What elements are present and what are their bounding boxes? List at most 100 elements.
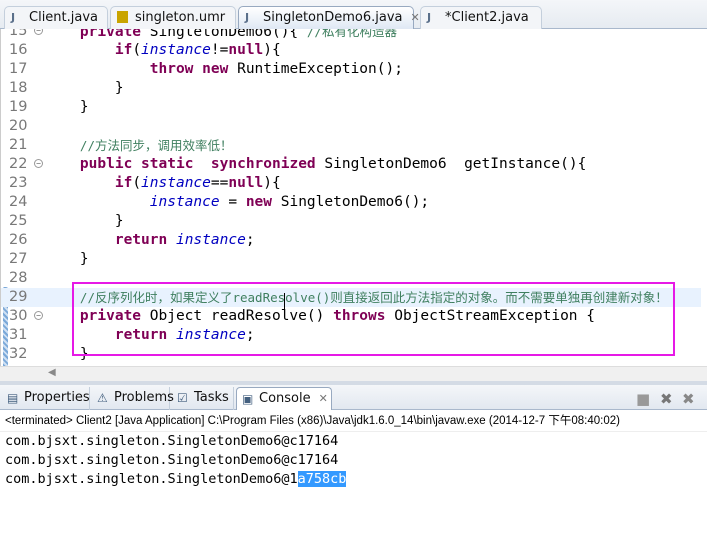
line-number: 29 bbox=[9, 289, 28, 305]
remove-all-launches-icon[interactable]: ✖ bbox=[682, 390, 695, 408]
line-number: 17 bbox=[9, 61, 28, 77]
code-line: 19 } bbox=[1, 98, 701, 117]
tab-client2-java[interactable]: J *Client2.java bbox=[420, 6, 542, 29]
code-content: public static synchronized SingletonDemo… bbox=[45, 155, 586, 174]
java-file-icon: J bbox=[245, 11, 250, 24]
code-text: = bbox=[219, 194, 246, 210]
code-content: return instance; bbox=[45, 231, 255, 250]
line-number: 27 bbox=[9, 251, 28, 267]
code-line: 16 if(instance!=null){ bbox=[1, 41, 701, 60]
code-text: ){ bbox=[263, 175, 281, 191]
keyword: synchronized bbox=[210, 156, 316, 172]
text-cursor bbox=[284, 293, 285, 310]
keyword: throw bbox=[149, 61, 194, 77]
code-text: RuntimeException(); bbox=[228, 61, 403, 77]
fold-toggle-icon[interactable]: − bbox=[34, 159, 43, 168]
code-content: } bbox=[45, 212, 124, 231]
code-line: 17 throw new RuntimeException(); bbox=[1, 60, 701, 79]
console-text: com.bjsxt.singleton.SingletonDemo6@1 bbox=[5, 471, 298, 487]
scroll-left-icon[interactable]: ◀ bbox=[48, 367, 56, 378]
fold-toggle-icon[interactable]: − bbox=[34, 29, 43, 35]
line-number: 21 bbox=[9, 137, 28, 153]
console-header: <terminated> Client2 [Java Application] … bbox=[0, 410, 707, 432]
console-line: com.bjsxt.singleton.SingletonDemo6@c1716… bbox=[5, 432, 338, 451]
tab-problems[interactable]: ⚠ Problems bbox=[92, 387, 174, 410]
field: instance bbox=[175, 232, 246, 248]
line-number: 24 bbox=[9, 194, 28, 210]
line-number: 18 bbox=[9, 80, 28, 96]
keyword: new bbox=[202, 61, 229, 77]
code-content: } bbox=[45, 98, 89, 117]
code-content: //方法同步，调用效率低！ bbox=[45, 136, 233, 156]
tasks-icon: ☑ bbox=[177, 391, 188, 405]
code-text: ( bbox=[132, 42, 142, 58]
line-number: 23 bbox=[9, 175, 28, 191]
tab-singletondemo6-java[interactable]: J SingletonDemo6.java ✕ bbox=[238, 6, 420, 29]
line-number: 25 bbox=[9, 213, 28, 229]
code-content: instance = new SingletonDemo6(); bbox=[45, 193, 429, 212]
tab-client-java[interactable]: J Client.java bbox=[4, 6, 108, 29]
panel-tab-bar: ▤ Properties ⚠ Problems ☑ Tasks ▣ Console ✕ bbox=[0, 385, 707, 410]
keyword: new bbox=[245, 194, 273, 210]
tab-tasks[interactable]: ☑ Tasks bbox=[172, 387, 234, 410]
console-line: com.bjsxt.singleton.SingletonDemo6@1a758… bbox=[5, 470, 347, 489]
terminate-icon[interactable]: ■ bbox=[636, 390, 650, 408]
line-number: 28 bbox=[9, 270, 28, 286]
remove-launch-icon[interactable]: ✖ bbox=[660, 390, 673, 408]
code-text: ; bbox=[245, 232, 255, 248]
code-line: 22− public static synchronized Singleton… bbox=[1, 155, 701, 174]
close-tab-icon[interactable]: ✕ bbox=[319, 392, 328, 405]
keyword: null bbox=[228, 175, 264, 191]
keyword: private bbox=[79, 29, 142, 40]
selected-text[interactable]: a758cb bbox=[297, 471, 347, 487]
java-file-icon: J bbox=[11, 11, 16, 24]
field: instance bbox=[141, 175, 211, 191]
tab-properties[interactable]: ▤ Properties bbox=[2, 387, 90, 410]
code-text: } bbox=[45, 251, 89, 267]
console-line: com.bjsxt.singleton.SingletonDemo6@c1716… bbox=[5, 451, 338, 470]
keyword: return bbox=[114, 232, 168, 248]
fold-toggle-icon[interactable]: − bbox=[34, 311, 43, 320]
line-number: 32 bbox=[9, 346, 28, 362]
code-text: SingletonDemo6(){ bbox=[141, 29, 307, 40]
line-number: 31 bbox=[9, 327, 28, 343]
keyword: static bbox=[141, 156, 194, 172]
line-number: 20 bbox=[9, 118, 28, 134]
code-line: 26 return instance; bbox=[1, 231, 701, 250]
console-text: com.bjsxt.singleton.SingletonDemo6@c1716… bbox=[5, 452, 339, 468]
code-text: ( bbox=[132, 175, 142, 191]
code-text: } bbox=[45, 213, 124, 229]
uml-model-icon bbox=[117, 11, 128, 23]
code-line: 21 //方法同步，调用效率低！ bbox=[1, 136, 701, 155]
code-content: throw new RuntimeException(); bbox=[45, 60, 403, 79]
comment: //方法同步，调用效率低！ bbox=[79, 138, 233, 153]
horizontal-scrollbar[interactable]: ◀ bbox=[0, 366, 707, 381]
code-text: ){ bbox=[263, 42, 281, 58]
tab-console[interactable]: ▣ Console ✕ bbox=[236, 387, 332, 410]
code-line: 24 instance = new SingletonDemo6(); bbox=[1, 193, 701, 212]
code-line: 20 bbox=[1, 117, 701, 136]
code-text: } bbox=[45, 80, 124, 96]
code-line: 27 } bbox=[1, 250, 701, 269]
java-file-icon: J bbox=[427, 11, 432, 24]
tab-singleton-umr[interactable]: singleton.umr bbox=[110, 6, 236, 29]
code-text: != bbox=[210, 42, 229, 58]
code-content: } bbox=[45, 250, 89, 269]
code-content: if(instance!=null){ bbox=[45, 41, 281, 60]
code-text: SingletonDemo6(); bbox=[272, 194, 430, 210]
line-number: 26 bbox=[9, 232, 28, 248]
code-line: 23 if(instance==null){ bbox=[1, 174, 701, 193]
annotation-highlight-box bbox=[72, 282, 675, 356]
field: instance bbox=[141, 42, 211, 58]
console-text: com.bjsxt.singleton.SingletonDemo6@c1716… bbox=[5, 433, 339, 449]
close-tab-icon[interactable]: ✕ bbox=[411, 11, 420, 24]
